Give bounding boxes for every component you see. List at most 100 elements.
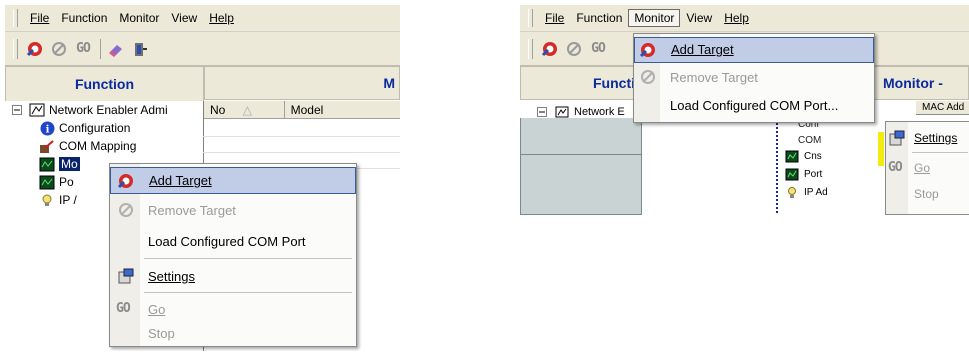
context-menu: Add Target Remove Target Load Configured… [109, 163, 357, 347]
menu-bar: File Function Monitor View Help [520, 5, 969, 32]
info-icon: i [39, 120, 55, 136]
settings-label: Settings [914, 131, 958, 145]
remove-target-label: Remove Target [670, 70, 758, 85]
go-label: Go [148, 302, 166, 317]
door-exit-icon [135, 42, 147, 56]
tree-fragment: Port [784, 165, 822, 183]
yellow-highlight-strip [878, 132, 884, 166]
go-tool-button[interactable]: GO [587, 38, 609, 60]
menubar-grip [13, 9, 18, 27]
load-com-label: Load Configured COM Port [148, 234, 306, 249]
tree-root[interactable]: Network Enabler Admi [9, 101, 168, 119]
menu-help[interactable]: Help [718, 9, 755, 27]
menu-file[interactable]: File [24, 9, 55, 27]
monitor-header: Monitor - [874, 66, 969, 100]
add-target-tool-button[interactable] [539, 38, 561, 60]
menu-function[interactable]: Function [55, 9, 113, 27]
load-com-menu-item[interactable]: Load Configured COM Port... [634, 94, 874, 118]
remove-target-icon [640, 69, 656, 88]
menu-file[interactable]: File [539, 9, 570, 27]
menubar-grip [528, 9, 533, 27]
tree-item-label: Configuration [59, 121, 131, 135]
lightbulb-icon [39, 192, 55, 208]
stop-menu-item[interactable]: Stop [110, 322, 356, 344]
svg-text:i: i [45, 124, 49, 135]
exit-tool-button[interactable] [129, 38, 151, 60]
monitor-chart-icon [784, 148, 800, 164]
menu-view[interactable]: View [680, 9, 718, 27]
remove-target-label: Remove Target [148, 203, 236, 218]
remove-target-menu-item[interactable]: Remove Target [634, 66, 874, 90]
menu-monitor[interactable]: Monitor [113, 9, 165, 27]
remove-target-icon [52, 41, 66, 56]
remove-target-menu-item[interactable]: Remove Target [110, 198, 356, 222]
port-monitor-icon [39, 174, 55, 190]
add-target-icon [117, 172, 135, 193]
toolbar-separator [100, 38, 101, 59]
menu-monitor[interactable]: Monitor [628, 9, 681, 27]
settings-submenu-fragment: Settings GO Go Stop [878, 121, 969, 215]
menu-separator [144, 292, 352, 293]
remove-target-icon [118, 202, 134, 221]
fragmented-tree: Conf COM Cns Port IP Ad [776, 115, 886, 215]
tree-root-label: Network E [574, 106, 625, 118]
col-no-header[interactable]: No △ [204, 101, 285, 119]
tree-guide-line [776, 115, 780, 213]
lightbulb-icon [784, 184, 800, 200]
go-icon: GO [116, 301, 131, 316]
eraser-icon [109, 44, 122, 57]
tree-item-monitor[interactable]: Mo [39, 155, 80, 173]
tree-fragment-label: Cns [804, 150, 822, 162]
eraser-tool-button[interactable] [105, 38, 127, 60]
settings-icon [118, 268, 134, 287]
settings-menu-item[interactable]: Settings [886, 128, 969, 148]
com-mapping-icon [39, 138, 55, 154]
menu-separator [912, 152, 968, 153]
toolbar-grip [528, 38, 533, 59]
tree-item-label: Mo [59, 157, 80, 171]
toolbar-grip [13, 38, 18, 59]
table-row [203, 137, 400, 153]
menu-help[interactable]: Help [203, 9, 240, 27]
mac-address-header[interactable]: MAC Add [916, 101, 969, 115]
tree-item-label: Po [59, 175, 74, 189]
load-com-menu-item[interactable]: Load Configured COM Port [110, 230, 356, 254]
remove-target-tool-button[interactable] [48, 38, 70, 60]
menu-view[interactable]: View [165, 9, 203, 27]
stop-menu-item[interactable]: Stop [886, 184, 969, 204]
monitor-chart-icon [39, 156, 55, 172]
go-menu-item[interactable]: GO Go [886, 158, 969, 178]
add-target-label: Add Target [671, 42, 734, 57]
settings-menu-item[interactable]: Settings [110, 264, 356, 288]
menu-bar: File Function Monitor View Help [5, 5, 400, 32]
function-header: Functi [520, 66, 638, 100]
add-target-menu-item[interactable]: Add Target [110, 167, 356, 194]
right-screenshot: File Function Monitor View Help GO Funct… [520, 5, 969, 351]
tree-item-port[interactable]: Po [39, 173, 74, 191]
table-row [203, 121, 400, 137]
menu-separator [144, 258, 352, 259]
menu-function[interactable]: Function [570, 9, 628, 27]
add-target-tool-button[interactable] [24, 38, 46, 60]
add-target-label: Add Target [149, 173, 212, 188]
settings-label: Settings [148, 269, 195, 284]
tree-item-ip[interactable]: IP / [39, 191, 77, 209]
col-no-label: No [210, 103, 226, 117]
col-model-header[interactable]: Model [284, 101, 400, 119]
remove-target-icon [567, 41, 581, 56]
add-target-icon [541, 41, 557, 56]
toolbar: GO [5, 32, 400, 66]
sort-arrow-icon: △ [242, 103, 252, 117]
tree-item-label: IP / [59, 193, 77, 207]
add-target-menu-item[interactable]: Add Target [634, 37, 874, 63]
remove-target-tool-button[interactable] [563, 38, 585, 60]
go-menu-item[interactable]: GO Go [110, 298, 356, 320]
tree-item-configuration[interactable]: i Configuration [39, 119, 130, 137]
grid-header: No △ Model [204, 101, 400, 119]
tree-fragment-label: IP Ad [804, 186, 828, 198]
go-label: Go [914, 161, 931, 175]
tree-item-label: COM Mapping [59, 139, 137, 153]
collapse-box-icon[interactable] [9, 102, 25, 118]
go-tool-button[interactable]: GO [72, 38, 94, 60]
tree-item-com-mapping[interactable]: COM Mapping [39, 137, 136, 155]
